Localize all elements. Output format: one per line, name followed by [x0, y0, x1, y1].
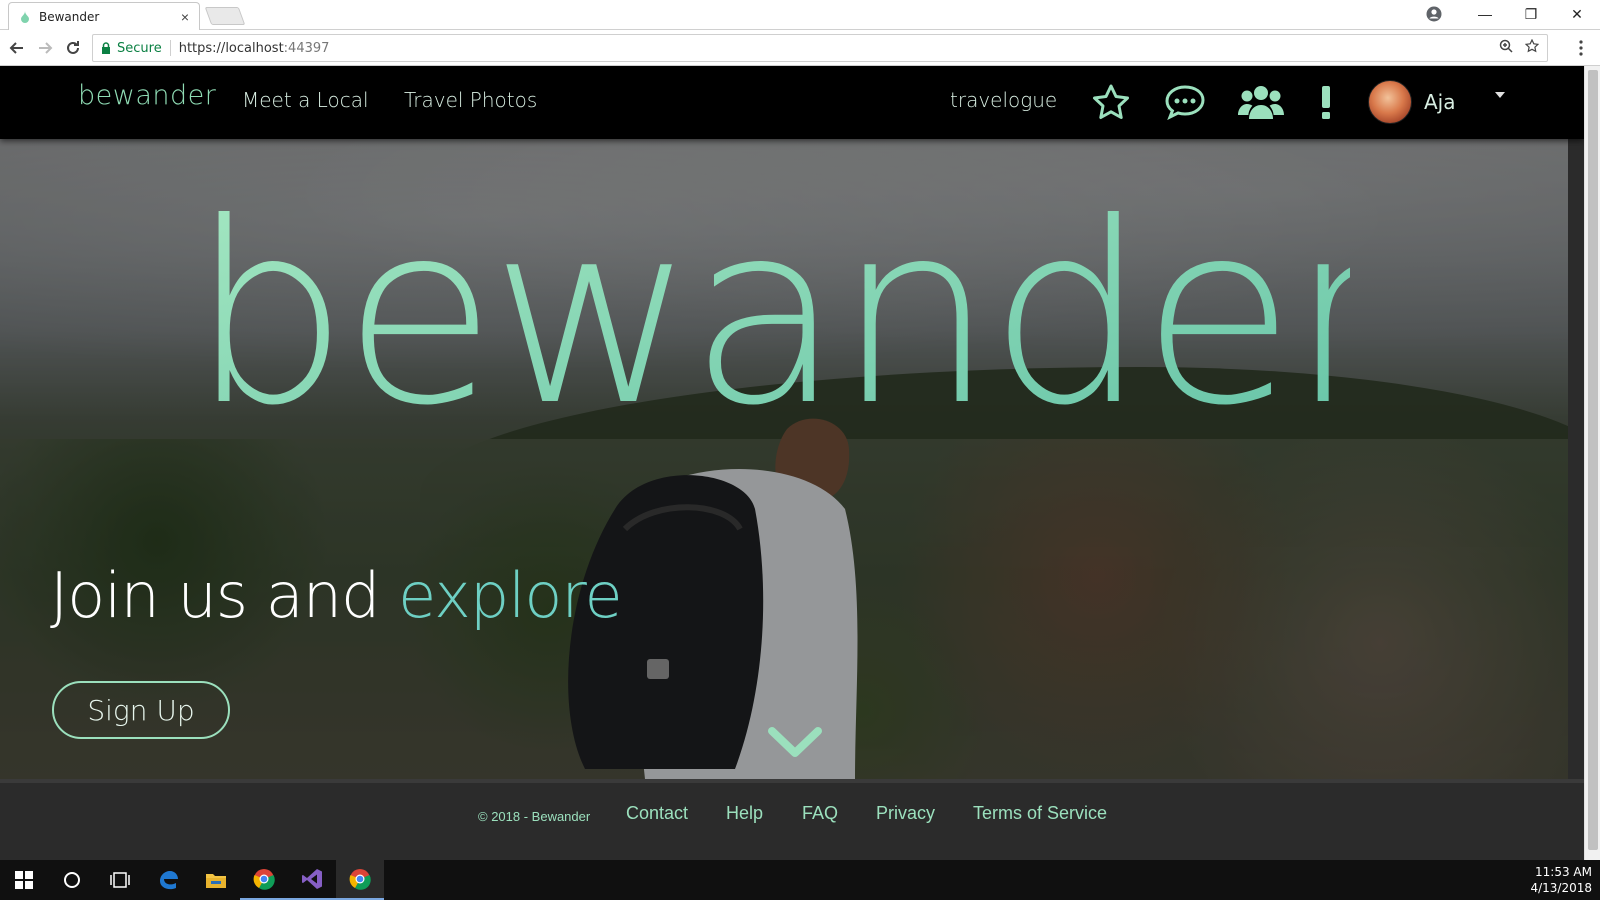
headline-main-text: Join us and: [50, 559, 399, 632]
cortana-search-icon[interactable]: [48, 860, 96, 900]
scroll-down-chevron-icon[interactable]: [768, 725, 822, 759]
windows-taskbar: 11:53 AM 4/13/2018: [0, 860, 1600, 900]
file-explorer-icon[interactable]: [192, 860, 240, 900]
nav-link-travel-photos[interactable]: Travel Photos: [404, 88, 537, 112]
footer-link-terms-of-service[interactable]: Terms of Service: [973, 803, 1107, 824]
forward-arrow-icon[interactable]: [34, 37, 56, 59]
profile-icon[interactable]: [1426, 6, 1442, 22]
hero-section: bewander Join us and explore Sign Up: [0, 139, 1568, 779]
user-name[interactable]: Aja: [1424, 90, 1456, 114]
visual-studio-icon[interactable]: [288, 860, 336, 900]
user-avatar[interactable]: [1368, 80, 1412, 124]
browser-tab-bewander[interactable]: Bewander ×: [8, 2, 200, 30]
footer-link-help[interactable]: Help: [726, 803, 763, 824]
reload-icon[interactable]: [62, 37, 84, 59]
chrome-active-taskbar-icon[interactable]: [336, 860, 384, 900]
browser-menu-icon[interactable]: [1578, 39, 1584, 57]
site-navbar: bewander Meet a Local Travel Photos trav…: [0, 66, 1584, 139]
messages-chat-icon[interactable]: [1163, 80, 1207, 124]
hero-bewander-logo: bewander: [190, 201, 1350, 421]
site-footer: © 2018 - Bewander Contact Help FAQ Priva…: [0, 779, 1584, 860]
url-port: :44397: [283, 40, 330, 56]
back-arrow-icon[interactable]: [6, 37, 28, 59]
bewander-favicon-icon: [19, 10, 31, 23]
url-host: localhost: [225, 40, 284, 56]
system-clock[interactable]: 11:53 AM 4/13/2018: [1530, 864, 1592, 896]
windows-start-icon[interactable]: [0, 860, 48, 900]
window-close-button[interactable]: ✕: [1554, 0, 1600, 28]
user-menu-caret-icon[interactable]: [1495, 92, 1505, 98]
edge-browser-icon[interactable]: [144, 860, 192, 900]
nav-link-meet-a-local[interactable]: Meet a Local: [242, 88, 369, 112]
headline-accent-text: explore: [398, 559, 623, 632]
chrome-taskbar-icon[interactable]: [240, 860, 288, 900]
footer-copyright: © 2018 - Bewander: [478, 809, 591, 824]
browser-toolbar: Secure https:// localhost :44397: [0, 30, 1600, 66]
page-scrollbar[interactable]: [1584, 66, 1600, 860]
footer-link-faq[interactable]: FAQ: [802, 803, 838, 824]
clock-time: 11:53 AM: [1535, 865, 1592, 879]
tab-title: Bewander: [39, 9, 100, 24]
bookmark-star-icon[interactable]: [1524, 38, 1540, 57]
footer-link-privacy[interactable]: Privacy: [876, 803, 935, 824]
tab-close-icon[interactable]: ×: [181, 9, 189, 25]
footer-link-contact[interactable]: Contact: [626, 803, 688, 824]
scrollbar-thumb[interactable]: [1588, 70, 1598, 850]
new-tab-button[interactable]: [204, 7, 246, 25]
clock-date: 4/13/2018: [1530, 881, 1592, 895]
secure-label: Secure: [117, 40, 162, 56]
notifications-exclamation-icon[interactable]: [1316, 80, 1336, 124]
browser-titlebar: Bewander × — ❐ ✕: [0, 0, 1600, 30]
favorites-star-icon[interactable]: [1090, 80, 1132, 124]
friends-group-icon[interactable]: [1238, 80, 1284, 124]
brand-logo-link[interactable]: bewander: [78, 80, 216, 111]
lock-icon: [101, 42, 111, 54]
address-bar[interactable]: Secure https:// localhost :44397: [92, 34, 1548, 62]
hero-headline: Join us and explore: [50, 559, 623, 632]
svg-text:bewander: bewander: [190, 201, 1350, 421]
nav-link-travelogue[interactable]: travelogue: [950, 88, 1057, 112]
window-restore-button[interactable]: ❐: [1508, 0, 1554, 28]
website-viewport: bewander Meet a Local Travel Photos trav…: [0, 66, 1584, 860]
window-minimize-button[interactable]: —: [1462, 0, 1508, 28]
signup-button[interactable]: Sign Up: [52, 681, 230, 739]
omnibox-divider: [169, 40, 171, 56]
task-view-icon[interactable]: [96, 860, 144, 900]
zoom-icon[interactable]: [1499, 39, 1513, 57]
url-scheme: https://: [178, 40, 226, 56]
